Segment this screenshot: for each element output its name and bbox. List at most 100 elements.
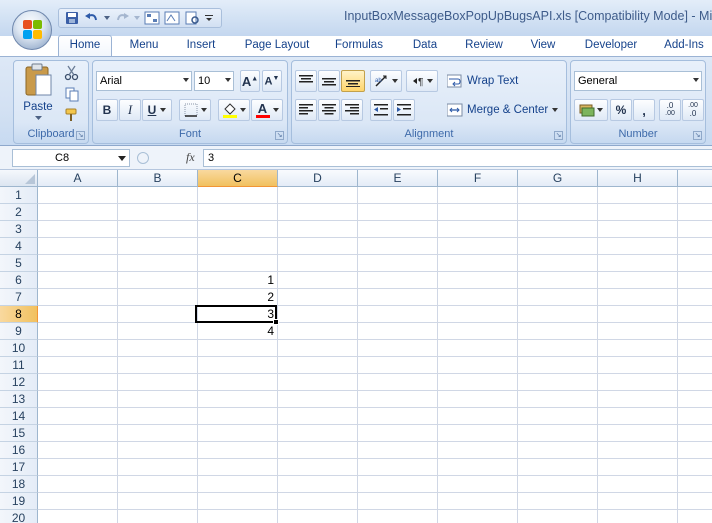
accounting-format-button[interactable] (574, 99, 608, 121)
copy-button[interactable] (64, 86, 82, 102)
font-size-combo[interactable]: 10 (194, 71, 234, 91)
cell-c6[interactable]: 1 (197, 272, 277, 289)
row-header-15[interactable]: 15 (0, 425, 38, 442)
align-left-button[interactable] (295, 99, 317, 121)
redo-dropdown-button[interactable] (133, 10, 141, 26)
comma-style-button[interactable]: , (633, 99, 655, 121)
align-right-button[interactable] (341, 99, 363, 121)
column-header-b[interactable]: B (118, 170, 198, 187)
formula-input[interactable]: 3 (203, 149, 712, 167)
name-box[interactable]: C8 (12, 149, 130, 167)
merge-center-button[interactable]: Merge & Center (447, 100, 559, 120)
row-header-13[interactable]: 13 (0, 391, 38, 408)
clipboard-dialog-launcher[interactable]: ↘ (76, 131, 85, 140)
save-button[interactable] (63, 10, 81, 26)
column-header-e[interactable]: E (358, 170, 438, 187)
shrink-font-button[interactable]: A▼ (262, 70, 282, 92)
decrease-indent-button[interactable] (370, 99, 392, 121)
align-center-button[interactable] (318, 99, 340, 121)
tab-menu[interactable]: Menu (120, 36, 168, 56)
undo-icon (85, 13, 97, 21)
wrap-text-button[interactable]: Wrap Text (447, 71, 518, 91)
number-format-combo[interactable]: General (574, 71, 702, 91)
decrease-decimal-button[interactable]: .00 .0 (682, 99, 704, 121)
italic-button[interactable]: I (119, 99, 141, 121)
grow-font-button[interactable]: A▲ (240, 70, 260, 92)
middle-align-button[interactable] (318, 70, 340, 92)
row-header-19[interactable]: 19 (0, 493, 38, 510)
percent-style-button[interactable]: % (610, 99, 632, 121)
bottom-align-button[interactable] (341, 70, 365, 92)
tab-review[interactable]: Review (458, 36, 510, 56)
insert-function-button[interactable]: fx (186, 150, 195, 165)
print-preview-button[interactable] (183, 10, 201, 26)
cell-c7[interactable]: 2 (197, 289, 277, 306)
row-header-8[interactable]: 8 (0, 306, 38, 323)
tab-page-layout[interactable]: Page Layout (236, 36, 318, 56)
row-header-1[interactable]: 1 (0, 187, 38, 204)
redo-button[interactable] (113, 10, 131, 26)
row-header-10[interactable]: 10 (0, 340, 38, 357)
cell-c9[interactable]: 4 (197, 323, 277, 340)
row-header-4[interactable]: 4 (0, 238, 38, 255)
tab-view[interactable]: View (522, 36, 564, 56)
row-header-2[interactable]: 2 (0, 204, 38, 221)
formula-bar-resize-icon[interactable] (136, 151, 150, 165)
gridline (38, 373, 712, 374)
font-dialog-launcher[interactable]: ↘ (275, 131, 284, 140)
row-header-11[interactable]: 11 (0, 357, 38, 374)
undo-button[interactable] (83, 10, 101, 26)
row-header-3[interactable]: 3 (0, 221, 38, 238)
tab-add-ins[interactable]: Add-Ins (656, 36, 712, 56)
row-header-18[interactable]: 18 (0, 476, 38, 493)
increase-decimal-button[interactable]: .0 .00 (659, 99, 681, 121)
tab-formulas[interactable]: Formulas (328, 36, 390, 56)
tab-developer[interactable]: Developer (578, 36, 644, 56)
tab-data[interactable]: Data (404, 36, 446, 56)
row-header-5[interactable]: 5 (0, 255, 38, 272)
office-button[interactable] (12, 10, 52, 50)
row-header-16[interactable]: 16 (0, 442, 38, 459)
tab-home[interactable]: Home (58, 35, 112, 57)
tab-insert[interactable]: Insert (178, 36, 224, 56)
currency-icon (579, 104, 595, 117)
column-header-a[interactable]: A (38, 170, 118, 187)
column-header-c[interactable]: C (198, 170, 278, 187)
row-header-12[interactable]: 12 (0, 374, 38, 391)
paste-button[interactable]: Paste (17, 63, 59, 123)
increase-indent-button[interactable] (393, 99, 415, 121)
borders-button[interactable] (179, 99, 211, 121)
chevron-down-icon (134, 16, 140, 20)
text-direction-button[interactable]: ¶ (406, 70, 438, 92)
undo-dropdown-button[interactable] (103, 10, 111, 26)
customize-qat-button[interactable] (203, 10, 215, 26)
grow-font-icon: A▲ (241, 73, 259, 89)
row-header-7[interactable]: 7 (0, 289, 38, 306)
row-header-14[interactable]: 14 (0, 408, 38, 425)
top-align-button[interactable] (295, 70, 317, 92)
column-header-partial[interactable] (678, 170, 712, 187)
row-header-6[interactable]: 6 (0, 272, 38, 289)
worksheet-grid[interactable]: A B C D E F G H 1 2 3 4 5 6 7 8 9 10 11 … (0, 170, 712, 523)
row-header-20[interactable]: 20 (0, 510, 38, 523)
column-header-h[interactable]: H (598, 170, 678, 187)
orientation-button[interactable]: ab (370, 70, 402, 92)
number-dialog-launcher[interactable]: ↘ (693, 131, 702, 140)
fill-color-button[interactable] (218, 99, 250, 121)
macro-button[interactable] (143, 10, 161, 26)
column-header-g[interactable]: G (518, 170, 598, 187)
cut-button[interactable] (64, 65, 82, 81)
underline-button[interactable]: U (142, 99, 172, 121)
select-all-button[interactable] (0, 170, 38, 187)
column-header-f[interactable]: F (438, 170, 518, 187)
font-name-combo[interactable]: Arial (96, 71, 192, 91)
row-header-9[interactable]: 9 (0, 323, 38, 340)
font-color-button[interactable]: A (251, 99, 283, 121)
alignment-dialog-launcher[interactable]: ↘ (554, 131, 563, 140)
bold-button[interactable]: B (96, 99, 118, 121)
format-painter-button[interactable] (64, 107, 82, 123)
column-header-d[interactable]: D (278, 170, 358, 187)
fill-handle[interactable] (273, 319, 279, 325)
row-header-17[interactable]: 17 (0, 459, 38, 476)
controls-button[interactable] (163, 10, 181, 26)
